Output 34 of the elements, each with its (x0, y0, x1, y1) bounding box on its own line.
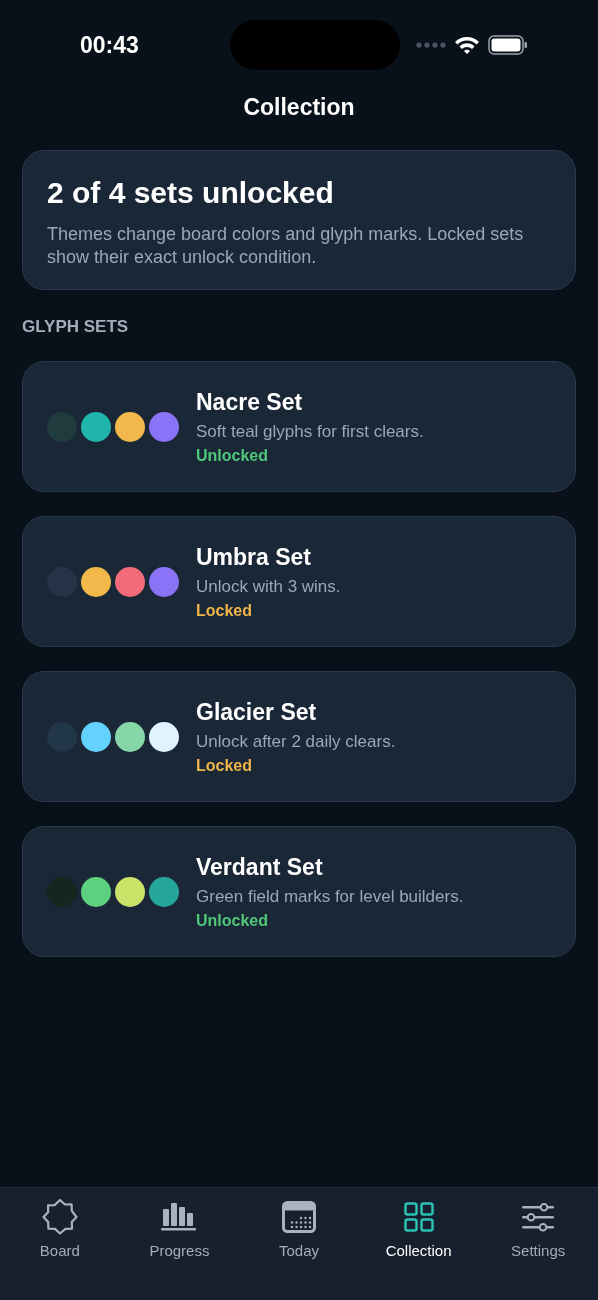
glyph-set-card[interactable]: Glacier Set Unlock after 2 daily clears. Locked (22, 671, 576, 802)
set-name: Glacier Set (196, 697, 318, 727)
set-name: Nacre Set (196, 387, 304, 417)
set-name: Umbra Set (196, 542, 313, 572)
glyph-set-card[interactable]: Verdant Set Green field marks for level builders. Unlocked (22, 826, 576, 957)
battery-icon (488, 35, 528, 55)
set-description: Soft teal glyphs for first clears. (196, 420, 424, 443)
grid-icon (403, 1202, 434, 1232)
glyph-set-card[interactable]: Nacre Set Soft teal glyphs for first clears. Unlocked (22, 361, 576, 492)
tab-item[interactable]: Today (249, 1198, 349, 1262)
bar-chart-icon (161, 1202, 198, 1232)
section-label: GLYPH SETS (22, 316, 129, 336)
tab-item[interactable]: Board (9, 1198, 110, 1262)
set-status: Unlocked (196, 445, 269, 466)
set-description: Green field marks for level builders. (196, 885, 464, 908)
glyph-set-card[interactable]: Umbra Set Unlock with 3 wins. Locked (22, 516, 576, 647)
status-time: 00:43 (80, 30, 140, 60)
wifi-icon (454, 35, 480, 55)
set-name: Verdant Set (196, 852, 324, 882)
summary-text: Themes change board colors and glyph marks. Locked sets show their exact unlock condition. (47, 222, 525, 269)
calendar-icon (282, 1201, 316, 1233)
set-status: Locked (196, 600, 253, 621)
set-status: Locked (196, 755, 253, 776)
tab-item[interactable]: Collection (368, 1198, 469, 1262)
tab-item[interactable]: Settings (488, 1198, 589, 1262)
screen-title: Collection (243, 93, 355, 122)
set-status: Unlocked (196, 910, 269, 931)
badge-icon (40, 1198, 79, 1236)
summary-heading: 2 of 4 sets unlocked (47, 174, 335, 211)
signal-icon (416, 42, 446, 48)
set-description: Unlock after 2 daily clears. (196, 730, 396, 753)
tab-item[interactable]: Progress (129, 1198, 230, 1262)
set-description: Unlock with 3 wins. (196, 575, 341, 598)
sliders-icon (521, 1202, 556, 1232)
